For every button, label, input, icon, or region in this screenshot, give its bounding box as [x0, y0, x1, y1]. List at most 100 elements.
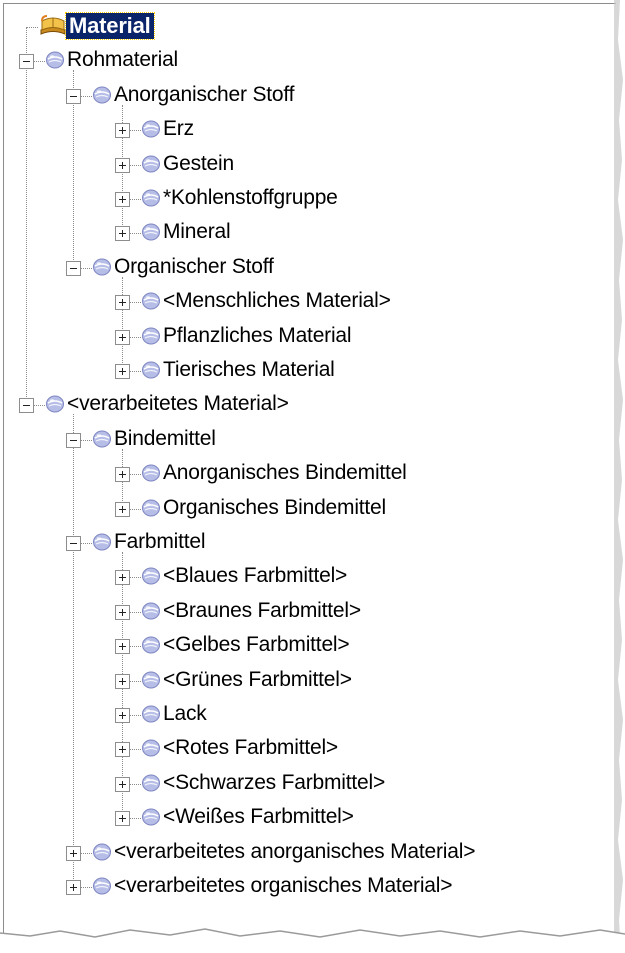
- tree-node-label[interactable]: Anorganisches Bindemittel: [163, 461, 407, 485]
- collapse-toggle[interactable]: [66, 536, 81, 551]
- tree-node-label[interactable]: Gestein: [163, 152, 234, 176]
- collapse-toggle[interactable]: [19, 398, 34, 414]
- gem-icon: [141, 463, 161, 483]
- tree-node-label[interactable]: <Schwarzes Farbmittel>: [163, 771, 385, 795]
- gem-icon: [141, 773, 161, 793]
- gem-icon: [92, 257, 112, 277]
- expand-toggle[interactable]: [115, 157, 130, 173]
- tree-node[interactable]: [0, 700, 600, 730]
- tree-node-label[interactable]: <Blaues Farbmittel>: [163, 564, 347, 588]
- tree-node-label[interactable]: <Rotes Farbmittel>: [163, 736, 338, 760]
- tree-node-label[interactable]: Rohmaterial: [67, 48, 178, 72]
- tree-node-label[interactable]: Lack: [163, 702, 207, 726]
- tree-node[interactable]: [0, 115, 600, 145]
- gem-icon: [141, 222, 161, 242]
- tree-connector-horizontal: [80, 852, 92, 855]
- tree-node-label[interactable]: <verarbeitetes anorganisches Material>: [114, 840, 475, 864]
- collapse-toggle[interactable]: [66, 88, 81, 104]
- tree-connector-horizontal: [129, 783, 141, 786]
- tree-node-label[interactable]: <verarbeitetes Material>: [67, 392, 289, 416]
- expand-toggle[interactable]: [115, 604, 130, 620]
- tree-connector-horizontal: [33, 61, 45, 63]
- gem-icon: [141, 326, 161, 346]
- expand-toggle[interactable]: [115, 123, 130, 139]
- expand-toggle[interactable]: [115, 501, 130, 517]
- tree-node-label[interactable]: Pflanzliches Material: [163, 324, 352, 348]
- tree-node-label[interactable]: <Weißes Farbmittel>: [163, 805, 354, 829]
- expand-toggle[interactable]: [115, 742, 130, 758]
- gem-icon: [141, 635, 161, 655]
- expand-toggle[interactable]: [115, 708, 130, 723]
- tree-node-label[interactable]: <Braunes Farbmittel>: [163, 599, 361, 623]
- expand-toggle[interactable]: [115, 570, 130, 586]
- tree-connector-horizontal: [129, 508, 141, 511]
- expand-toggle[interactable]: [115, 192, 130, 207]
- collapse-toggle[interactable]: [66, 432, 81, 448]
- gem-icon: [92, 85, 112, 105]
- tree-node[interactable]: [0, 218, 600, 248]
- tree-connector-horizontal: [129, 646, 141, 648]
- gem-icon: [141, 704, 161, 724]
- tree-connector-horizontal: [129, 749, 141, 751]
- tree-node-label[interactable]: Organischer Stoff: [114, 255, 274, 279]
- tree-node-label[interactable]: <Gelbes Farbmittel>: [163, 633, 350, 657]
- collapse-toggle[interactable]: [66, 260, 81, 276]
- tree-node-label[interactable]: Farbmittel: [114, 530, 206, 554]
- gem-icon: [141, 360, 161, 380]
- expand-toggle[interactable]: [115, 639, 130, 655]
- tree-connector-horizontal: [129, 336, 141, 339]
- gem-icon: [141, 119, 161, 139]
- tree-connector-horizontal: [129, 302, 141, 304]
- expand-toggle[interactable]: [115, 776, 130, 792]
- tree-node-label[interactable]: *Kohlenstoffgruppe: [163, 186, 338, 210]
- tree-connector-horizontal: [129, 130, 141, 132]
- tree-node-label[interactable]: Bindemittel: [114, 427, 216, 451]
- tree-connector-horizontal: [129, 680, 141, 683]
- tree-node-label[interactable]: Tierisches Material: [163, 358, 335, 382]
- tree-connector-horizontal: [33, 405, 45, 407]
- tree-connector-horizontal: [129, 611, 141, 614]
- gem-icon: [141, 154, 161, 174]
- gem-icon: [141, 291, 161, 311]
- tree-connector-horizontal: [80, 439, 92, 442]
- expand-toggle[interactable]: [115, 467, 130, 483]
- tree-connector-horizontal: [129, 371, 141, 373]
- gem-icon: [92, 842, 112, 862]
- gem-icon: [141, 738, 161, 758]
- gem-icon: [141, 807, 161, 827]
- tree-connector-horizontal: [129, 233, 141, 235]
- gem-icon: [141, 498, 161, 518]
- tree-connector-horizontal: [129, 164, 141, 167]
- tree-node[interactable]: [0, 150, 600, 180]
- tree-node-label[interactable]: <Menschliches Material>: [163, 289, 391, 313]
- gem-icon: [92, 876, 112, 896]
- tree-connector-horizontal: [80, 887, 92, 889]
- tree-node-label[interactable]: Mineral: [163, 220, 231, 244]
- tree-root-label[interactable]: Material: [65, 12, 155, 40]
- expand-toggle[interactable]: [115, 226, 130, 242]
- gem-icon: [92, 429, 112, 449]
- gem-icon: [141, 601, 161, 621]
- tree-node-label[interactable]: Anorganischer Stoff: [114, 83, 294, 107]
- tree-node-label[interactable]: Organisches Bindemittel: [163, 496, 386, 520]
- tree: Material Rohmaterial Anorganischer Stoff Er…: [0, 0, 625, 953]
- gem-icon: [45, 50, 65, 70]
- tree-connector-horizontal: [129, 199, 141, 201]
- tree-connector-horizontal: [129, 715, 141, 717]
- tree-connector-horizontal: [129, 474, 141, 476]
- expand-toggle[interactable]: [66, 845, 81, 861]
- tree-connector-horizontal: [80, 95, 92, 98]
- expand-toggle[interactable]: [115, 329, 130, 345]
- gem-icon: [141, 670, 161, 690]
- expand-toggle[interactable]: [115, 811, 130, 827]
- tree-connector-horizontal: [129, 818, 141, 820]
- collapse-toggle[interactable]: [19, 54, 34, 70]
- tree-node-label[interactable]: Erz: [163, 117, 194, 141]
- tree-node-label[interactable]: <Grünes Farbmittel>: [163, 668, 352, 692]
- tree-node-label[interactable]: <verarbeitetes organisches Material>: [114, 874, 453, 898]
- expand-toggle[interactable]: [115, 364, 130, 379]
- expand-toggle[interactable]: [115, 295, 130, 311]
- expand-toggle[interactable]: [115, 673, 130, 689]
- tree-connector-horizontal: [80, 543, 92, 545]
- expand-toggle[interactable]: [66, 880, 81, 895]
